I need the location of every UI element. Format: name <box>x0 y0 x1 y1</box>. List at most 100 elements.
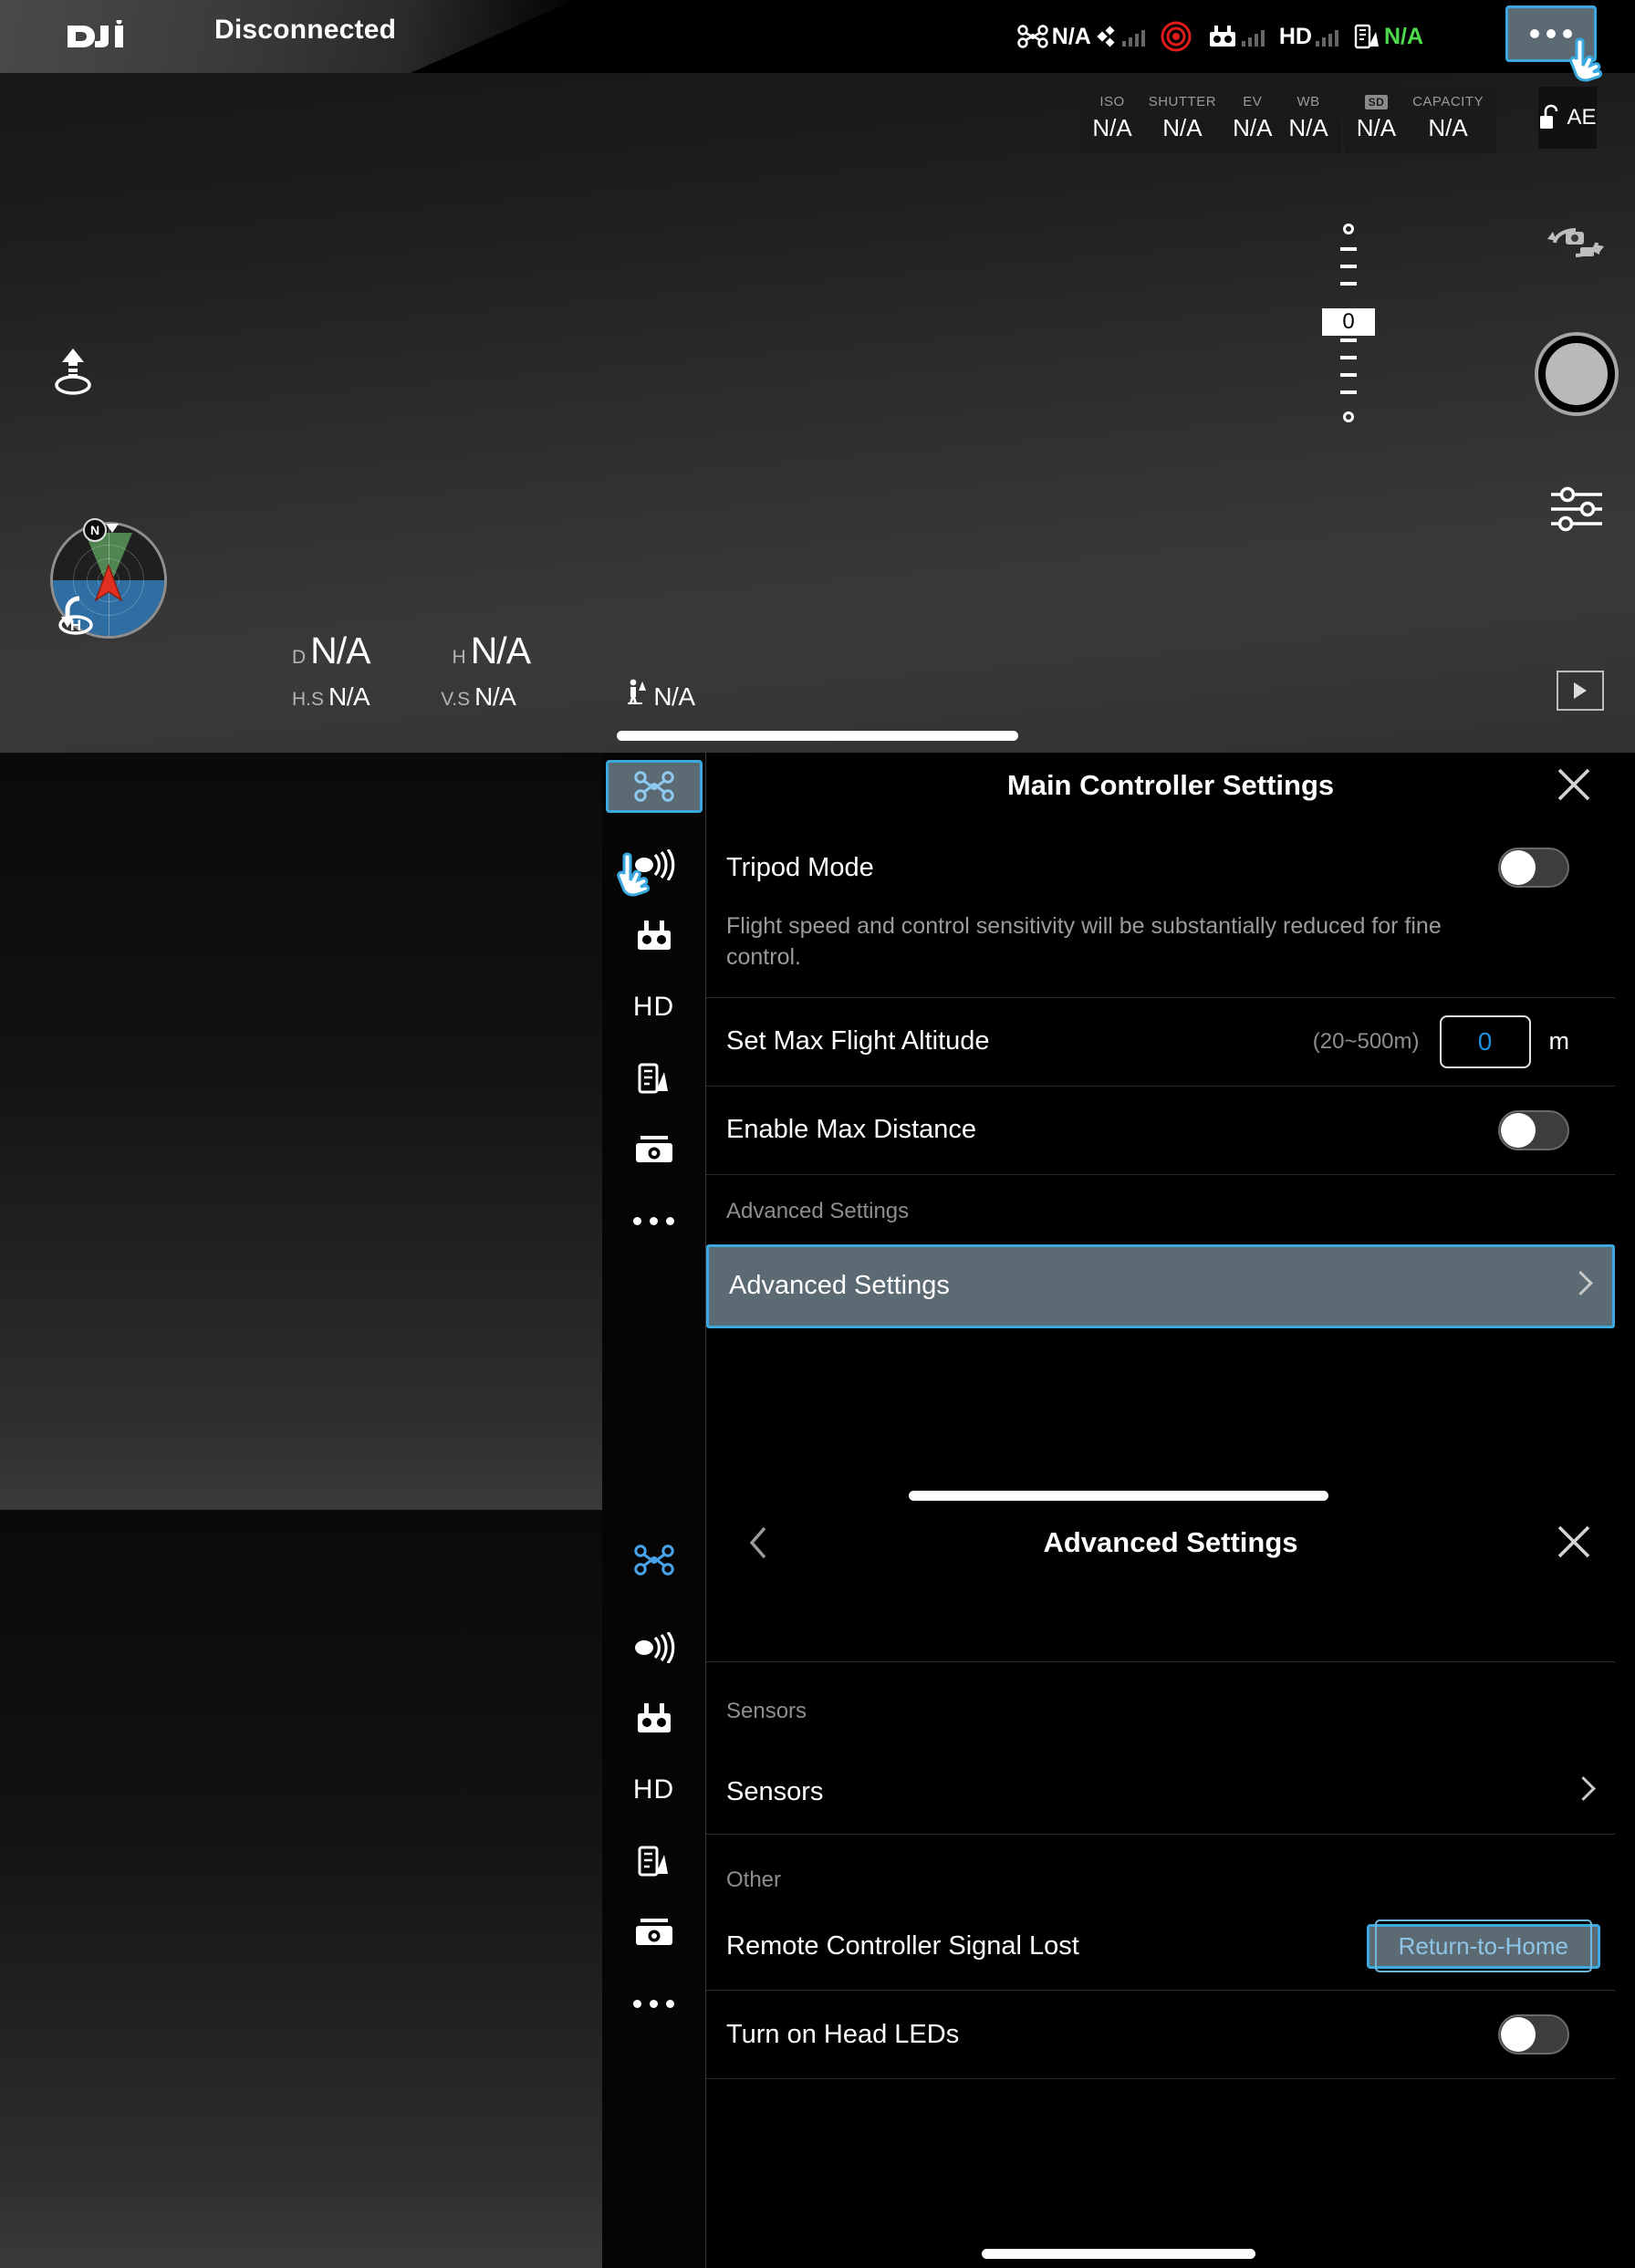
max-altitude-unit: m <box>1549 1027 1570 1056</box>
flight-view: Disconnected N/A <box>0 0 1635 753</box>
signal-lost-action-highlight[interactable]: Return-to-Home <box>1367 1924 1600 1969</box>
sidebar-item-camera[interactable] <box>602 1114 706 1185</box>
sd-card-icon: SD <box>1365 95 1389 109</box>
tripod-mode-row[interactable]: Tripod Mode <box>706 824 1635 911</box>
ae-lock-button[interactable]: AE <box>1538 87 1597 149</box>
hspeed-value: N/A <box>328 682 370 712</box>
playback-button[interactable] <box>1557 671 1604 711</box>
sidebar-item-image-transmission[interactable]: HD <box>602 1754 706 1826</box>
height-readout: H N/A <box>453 629 531 672</box>
home-indicator <box>982 2249 1255 2259</box>
height-value: N/A <box>471 629 530 672</box>
toggle-knob <box>1501 850 1536 885</box>
menu-dot <box>1530 29 1539 38</box>
sensors-nav-row[interactable]: Sensors <box>706 1750 1615 1834</box>
sidebar-item-general[interactable] <box>602 1968 706 2039</box>
slider-tick <box>1340 265 1357 268</box>
capacity-label: CAPACITY <box>1412 94 1484 109</box>
home-indicator <box>909 1491 1328 1501</box>
battery-value: N/A <box>1384 24 1423 50</box>
remote-controller-icon <box>634 1701 674 1736</box>
vspeed-key: V.S <box>441 689 470 711</box>
camera-preview-dimmed <box>0 1510 602 2268</box>
sidebar-item-image-transmission[interactable]: HD <box>602 972 706 1043</box>
sidebar-item-aircraft[interactable] <box>606 760 703 813</box>
chevron-right-icon <box>1575 1780 1588 1804</box>
more-dots-icon <box>633 2000 674 2008</box>
close-button[interactable] <box>1555 765 1593 804</box>
drone-icon <box>1017 25 1048 48</box>
sidebar-item-general[interactable] <box>602 1185 706 1256</box>
remote-controller-status[interactable] <box>1207 24 1265 49</box>
max-flight-altitude-row[interactable]: Set Max Flight Altitude (20~500m) 0 m <box>706 998 1635 1086</box>
compass-north-label: N <box>83 518 107 542</box>
head-leds-toggle[interactable] <box>1498 2014 1569 2055</box>
sidebar-item-camera[interactable] <box>602 1897 706 1968</box>
dji-logo-icon <box>66 20 137 53</box>
wb-field: WB N/A <box>1288 94 1328 142</box>
image-transmission-status[interactable]: HD <box>1279 24 1338 50</box>
clipped-scrolled-row[interactable]: Reset Gimbal Parameters <box>706 1585 1635 1616</box>
height-key: H <box>453 647 466 669</box>
capacity-value: N/A <box>1412 114 1484 142</box>
close-button[interactable] <box>1555 1523 1593 1561</box>
vspeed-value: N/A <box>474 682 515 712</box>
top-status-bar: Disconnected N/A <box>0 0 1635 73</box>
gimbal-pitch-slider[interactable]: 0 <box>1328 224 1369 424</box>
sidebar-item-aircraft[interactable] <box>602 1524 706 1596</box>
head-leds-row[interactable]: Turn on Head LEDs <box>706 1991 1635 2078</box>
enable-max-distance-row[interactable]: Enable Max Distance <box>706 1087 1635 1174</box>
camera-video-switch-button[interactable] <box>1546 219 1606 266</box>
slider-endpoint-top <box>1343 224 1354 234</box>
sidebar-item-sensing[interactable] <box>602 1612 706 1683</box>
aircraft-gps-value: N/A <box>1052 24 1091 50</box>
wb-label: WB <box>1288 94 1328 109</box>
hspeed-key: H.S <box>292 689 324 711</box>
slider-endpoint-bottom <box>1343 411 1354 422</box>
shutter-field: SHUTTER N/A <box>1149 94 1216 142</box>
home-indicator <box>617 731 1018 741</box>
slider-tick <box>1340 247 1357 251</box>
tripod-mode-toggle[interactable] <box>1498 848 1569 888</box>
main-settings-body: Main Controller Settings Tripod Mode Fli… <box>706 753 1635 1510</box>
shutter-button[interactable] <box>1538 336 1615 412</box>
advanced-settings-nav-row[interactable]: Advanced Settings <box>706 1244 1615 1328</box>
camera-icon <box>634 1917 674 1948</box>
max-altitude-input[interactable]: 0 <box>1440 1015 1531 1068</box>
camera-settings-button[interactable] <box>1549 486 1606 532</box>
rail-hd-label: HD <box>633 1774 674 1805</box>
play-triangle-icon <box>1574 682 1587 699</box>
ae-label: AE <box>1567 105 1596 130</box>
signal-lost-row[interactable]: Remote Controller Signal Lost Return-to-… <box>706 1902 1635 1990</box>
sidebar-item-remote-controller[interactable] <box>602 1683 706 1754</box>
advanced-settings-body: Advanced Settings Reset Gimbal Parameter… <box>706 1510 1635 2268</box>
sidebar-item-battery[interactable] <box>602 1826 706 1897</box>
aircraft-gps-status[interactable]: N/A <box>1017 24 1145 50</box>
attitude-radar[interactable]: N H <box>50 522 167 639</box>
gimbal-pitch-value: 0 <box>1322 308 1375 336</box>
drone-icon <box>634 1545 674 1576</box>
ev-value: N/A <box>1233 114 1272 142</box>
compass-north-pointer-icon <box>106 524 119 533</box>
signal-lost-label: Remote Controller Signal Lost <box>726 1931 1079 1961</box>
gps-signal-bars-icon <box>1122 26 1145 47</box>
sidebar-item-remote-controller[interactable] <box>602 900 706 972</box>
takeoff-button[interactable] <box>51 347 95 398</box>
signal-lost-action-button[interactable]: Return-to-Home <box>1375 1919 1592 1972</box>
distance-readout: D N/A <box>292 629 370 672</box>
sidebar-item-sensing[interactable] <box>602 829 706 900</box>
battery-icon <box>1353 23 1380 50</box>
exposure-info-box[interactable]: ISO N/A SHUTTER N/A EV N/A WB N/A <box>1079 87 1340 153</box>
storage-info-box[interactable]: SD N/A CAPACITY N/A <box>1344 87 1496 153</box>
capacity-field: CAPACITY N/A <box>1412 94 1484 142</box>
max-distance-toggle[interactable] <box>1498 1110 1569 1150</box>
sidebar-item-battery[interactable] <box>602 1043 706 1114</box>
main-controller-settings-panel: HD <box>0 753 1635 1510</box>
battery-info-icon <box>636 1060 672 1097</box>
toggle-knob <box>1501 2017 1536 2052</box>
slider-tick <box>1340 282 1357 286</box>
connection-status-text: Disconnected <box>214 15 396 46</box>
battery-status[interactable]: N/A <box>1353 23 1423 50</box>
main-menu-button[interactable] <box>1505 5 1597 62</box>
unlock-icon <box>1538 104 1562 131</box>
